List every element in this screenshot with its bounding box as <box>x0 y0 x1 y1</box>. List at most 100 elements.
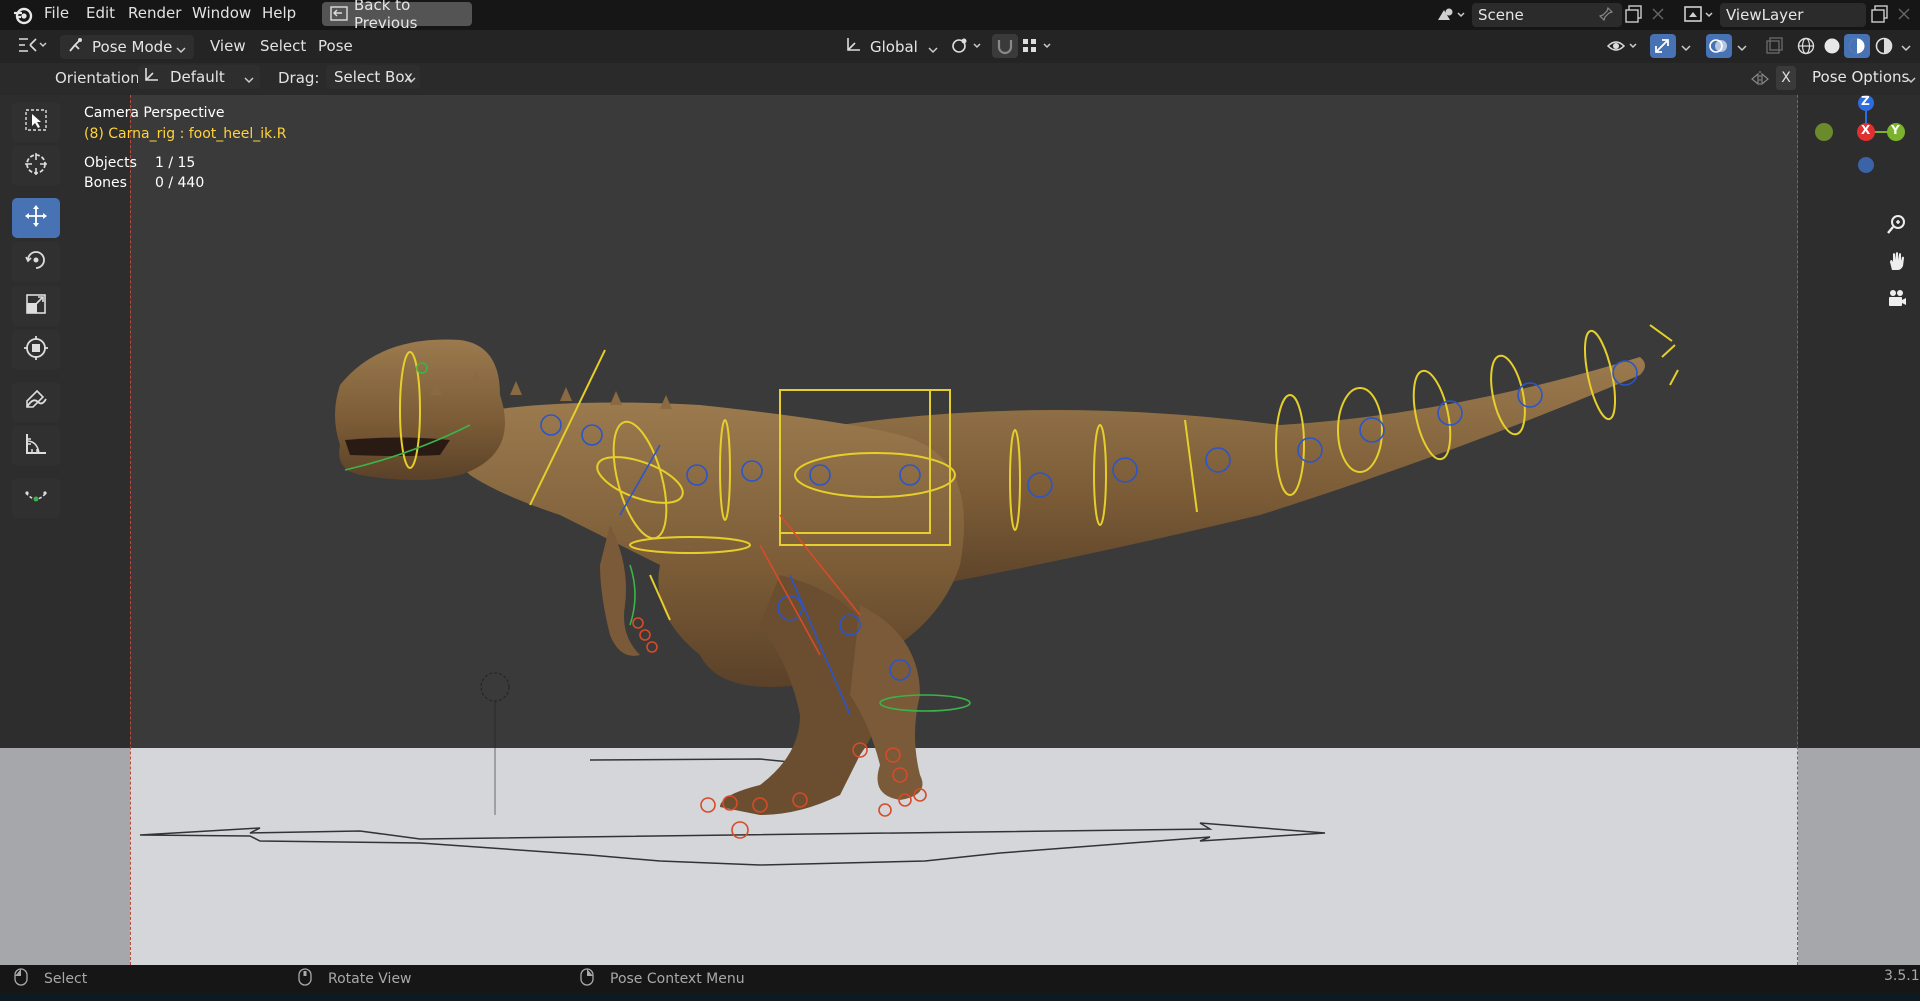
objects-stat-value: 1 / 15 <box>155 155 196 171</box>
status-select: Select <box>14 968 87 990</box>
view-name: Camera Perspective <box>84 105 225 121</box>
bone-size-tool[interactable] <box>12 478 60 518</box>
rotate-icon <box>23 247 49 277</box>
annotate-tool[interactable] <box>12 382 60 422</box>
drag-value: Select Box <box>334 68 413 86</box>
cursor-icon <box>23 151 49 181</box>
move-tool[interactable] <box>12 198 60 238</box>
rendered-shading-icon[interactable] <box>1874 36 1894 60</box>
orientation-axes-icon <box>844 36 862 58</box>
scene-name: Scene <box>1478 6 1524 24</box>
select-box-tool[interactable] <box>12 102 60 142</box>
top-menu-bar: File Edit Render Window Help Back to Pre… <box>0 0 1920 32</box>
pose-options-dropdown[interactable]: Pose Options <box>1804 65 1920 89</box>
bones-stat-label: Bones <box>84 175 127 191</box>
scale-tool[interactable] <box>12 286 60 326</box>
chevron-down-icon <box>244 71 254 89</box>
overlays-toggle-icon[interactable] <box>1706 34 1732 58</box>
gizmo-z-label: Z <box>1861 95 1870 108</box>
pivot-point-icon[interactable] <box>950 36 986 60</box>
new-scene-icon[interactable] <box>1624 4 1644 28</box>
view-layer-type-icon[interactable] <box>1682 4 1716 26</box>
annotate-pencil-icon <box>23 387 49 417</box>
chevron-down-icon <box>1906 71 1916 89</box>
status-bar <box>0 965 1920 993</box>
zoom-icon[interactable] <box>1886 213 1908 239</box>
status-rotate-view: Rotate View <box>298 968 412 990</box>
visibility-eye-icon[interactable] <box>1606 36 1642 60</box>
wireframe-shading-icon[interactable] <box>1796 36 1816 60</box>
delete-view-layer-icon[interactable] <box>1896 6 1912 26</box>
x-mirror-toggle[interactable]: X <box>1776 66 1796 90</box>
drag-dropdown[interactable]: Select Box <box>326 65 420 89</box>
gizmo-x-label: X <box>1861 123 1871 137</box>
back-to-previous-button[interactable]: Back to Previous <box>322 0 472 32</box>
menu-edit[interactable]: Edit <box>80 3 121 23</box>
orientation-value: Default <box>170 68 225 86</box>
transform-orientation-label: Global <box>870 38 918 56</box>
delete-scene-icon[interactable] <box>1650 6 1666 26</box>
gizmo-y-label: Y <box>1891 123 1900 137</box>
material-shading-icon[interactable] <box>1844 34 1870 58</box>
menu-file[interactable]: File <box>38 3 75 23</box>
version-label: 3.5.1 <box>1884 968 1920 984</box>
gizmo-dropdown-icon[interactable] <box>1680 40 1692 58</box>
mouse-left-icon <box>14 968 28 990</box>
status-select-label: Select <box>44 971 88 987</box>
pose-options-label: Pose Options <box>1812 68 1910 86</box>
menu-pose[interactable]: Pose <box>318 37 353 55</box>
pan-hand-icon[interactable] <box>1886 250 1908 276</box>
snap-toggle-icon[interactable] <box>992 34 1018 58</box>
3d-viewport[interactable]: Camera Perspective (8) Carna_rig : foot_… <box>0 95 1920 965</box>
transform-icon <box>23 335 49 365</box>
orientation-dropdown[interactable]: Default <box>138 65 260 89</box>
bone-curve-icon <box>23 483 49 513</box>
measure-ruler-icon <box>23 431 49 461</box>
blender-logo-icon[interactable] <box>12 4 34 26</box>
new-view-layer-icon[interactable] <box>1870 4 1890 28</box>
view-layer-name: ViewLayer <box>1726 6 1804 24</box>
mode-selector[interactable]: Pose Mode <box>60 35 194 59</box>
pose-mode-icon <box>66 36 84 58</box>
orientation-axes-icon <box>142 66 160 88</box>
mouse-middle-icon <box>298 968 312 990</box>
solid-shading-icon[interactable] <box>1822 36 1842 60</box>
chevron-down-icon <box>176 41 186 59</box>
cursor-tool[interactable] <box>12 146 60 186</box>
mouse-right-icon <box>580 968 594 990</box>
pin-icon[interactable] <box>1598 6 1614 26</box>
rotate-tool[interactable] <box>12 242 60 282</box>
back-to-previous-label: Back to Previous <box>354 0 418 32</box>
measure-tool[interactable] <box>12 426 60 466</box>
editor-type-selector[interactable] <box>10 35 54 59</box>
scene-type-icon[interactable] <box>1434 4 1468 26</box>
view-layer-name-field[interactable]: ViewLayer <box>1720 3 1866 27</box>
menu-window[interactable]: Window <box>186 3 257 23</box>
camera-view-icon[interactable] <box>1886 287 1908 313</box>
drag-label: Drag: <box>278 69 320 87</box>
status-bar-bottom-strip <box>0 993 1920 1001</box>
menu-view[interactable]: View <box>210 37 246 55</box>
back-icon <box>330 6 348 26</box>
xray-toggle-icon[interactable] <box>1764 36 1784 60</box>
transform-tool[interactable] <box>12 330 60 370</box>
chevron-down-icon <box>928 41 938 59</box>
transform-orientation-selector[interactable]: Global <box>842 35 940 59</box>
menu-help[interactable]: Help <box>256 3 302 23</box>
status-context-menu: Pose Context Menu <box>580 968 745 990</box>
snap-target-icon[interactable] <box>1020 36 1056 60</box>
status-context-menu-label: Pose Context Menu <box>610 971 745 987</box>
overlays-dropdown-icon[interactable] <box>1736 40 1748 58</box>
shading-dropdown-icon[interactable] <box>1900 40 1912 58</box>
status-rotate-view-label: Rotate View <box>328 971 412 987</box>
menu-render[interactable]: Render <box>122 3 187 23</box>
orientation-label: Orientation: <box>55 69 145 87</box>
objects-stat-label: Objects <box>84 155 137 171</box>
navigation-gizmo[interactable]: Z X Y <box>1808 95 1920 205</box>
empty-target-marker <box>480 672 510 815</box>
gizmo-toggle-icon[interactable] <box>1650 34 1676 58</box>
menu-select[interactable]: Select <box>260 37 306 55</box>
scale-icon <box>23 291 49 321</box>
mirror-icon[interactable] <box>1750 69 1770 93</box>
select-box-icon <box>23 107 49 137</box>
